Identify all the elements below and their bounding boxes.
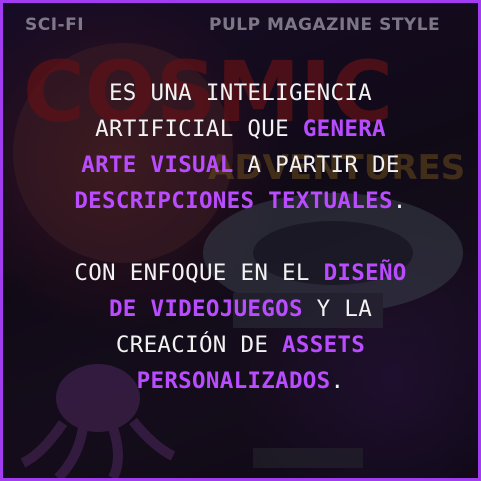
text-segment: ARTIFICIAL QUE: [95, 116, 303, 142]
highlight-diseno: DISEÑO: [323, 260, 407, 286]
scifi-label: SCI-FI: [25, 15, 85, 35]
text-segment: A PARTIR DE: [233, 152, 400, 178]
text-segment: CREACIÓN DE: [115, 332, 283, 358]
highlight-personalizados: PERSONALIZADOS: [136, 368, 331, 394]
highlight-assets: ASSETS: [282, 332, 366, 358]
post-card: COSMIC ADVENTURES SCI-FI PULP MAGAZINE S…: [0, 0, 481, 481]
description-text: ES UNA INTELIGENCIA ARTIFICIAL QUE GENER…: [3, 75, 478, 435]
text-segment: ES UNA INTELIGENCIA: [108, 80, 373, 106]
highlight-descripciones: DESCRIPCIONES TEXTUALES: [74, 188, 393, 214]
text-segment: .: [330, 368, 345, 394]
pulp-style-label: PULP MAGAZINE STYLE: [209, 15, 441, 35]
highlight-genera: GENERA: [302, 116, 386, 142]
paragraph-definition: ES UNA INTELIGENCIA ARTIFICIAL QUE GENER…: [3, 75, 478, 219]
highlight-arte-visual: ARTE VISUAL: [81, 152, 234, 178]
text-segment: .: [392, 188, 407, 214]
text-segment: Y LA: [302, 296, 373, 322]
paragraph-focus: CON ENFOQUE EN EL DISEÑO DE VIDEOJUEGOS …: [3, 255, 478, 399]
highlight-videojuegos: DE VIDEOJUEGOS: [108, 296, 303, 322]
text-segment: CON ENFOQUE EN EL: [74, 260, 324, 286]
